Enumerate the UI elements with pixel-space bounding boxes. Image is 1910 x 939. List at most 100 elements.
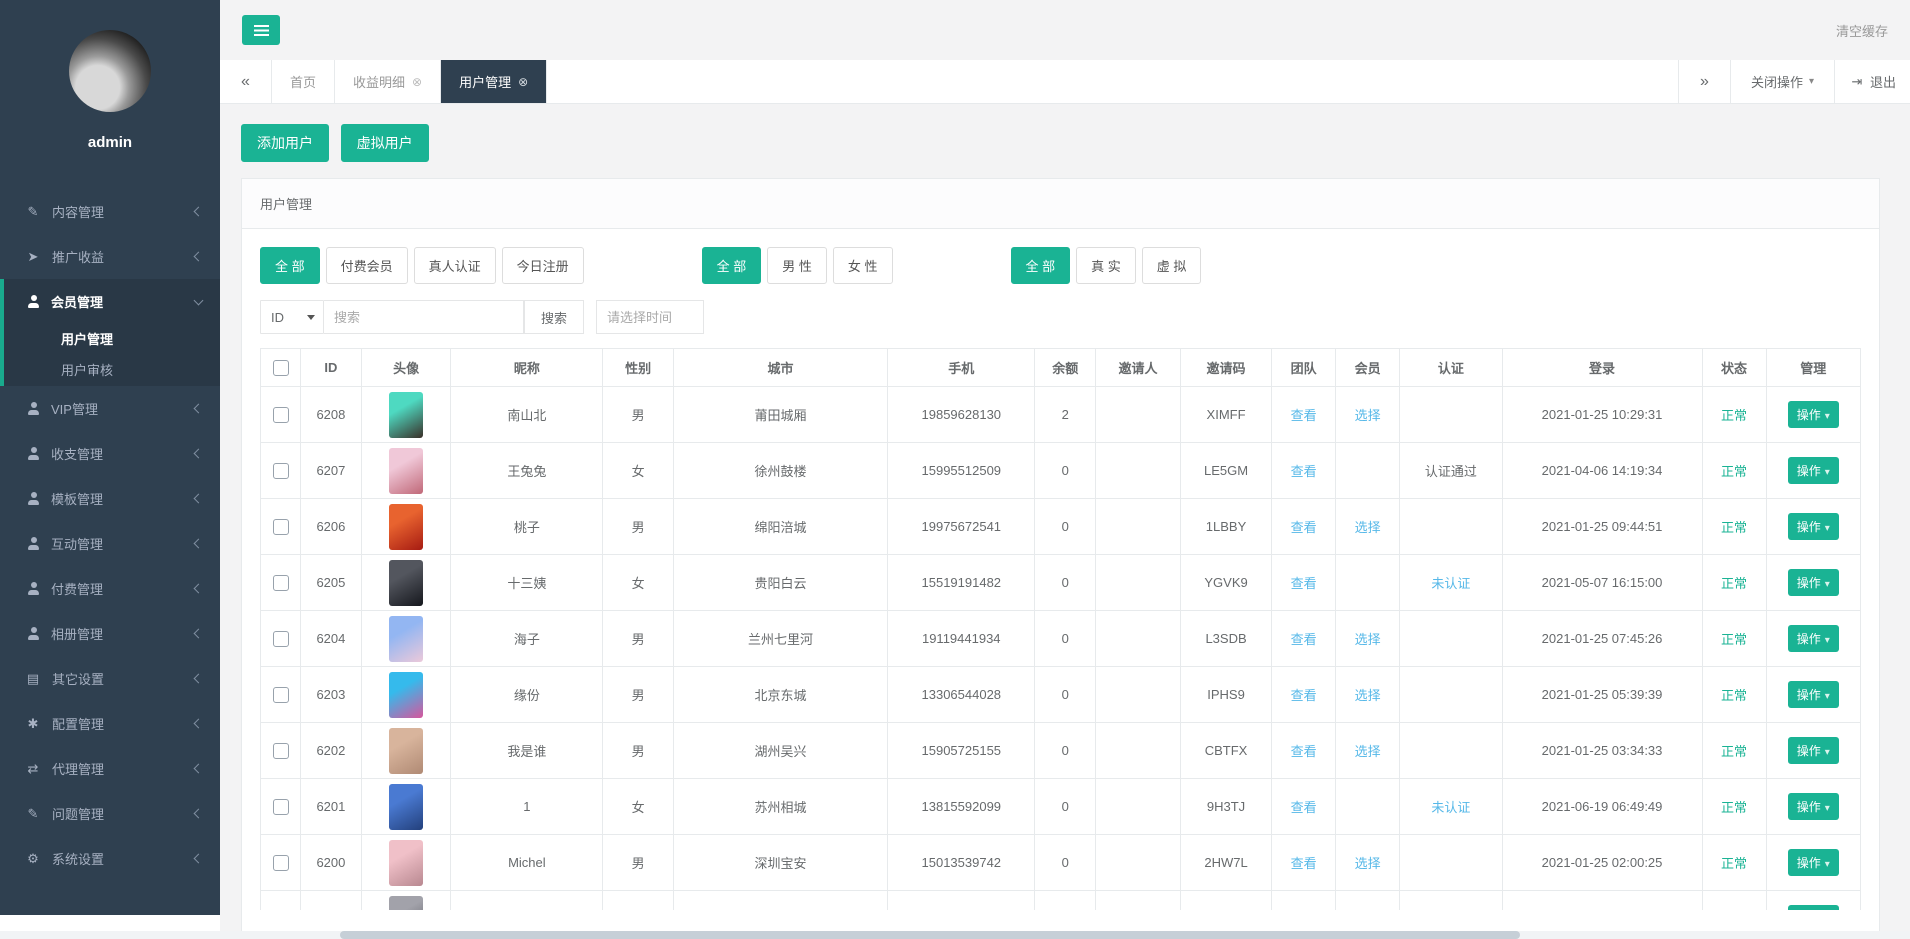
tabs-scroll-right-icon[interactable]: » [1678, 60, 1730, 103]
sidebar-item-member[interactable]: 会员管理 [4, 279, 220, 324]
sidebar-subitem[interactable]: 用户管理 [4, 324, 220, 355]
tab-home[interactable]: 首页 [272, 60, 335, 103]
row-checkbox[interactable] [273, 799, 289, 815]
sidebar-subitem[interactable]: 用户审核 [4, 355, 220, 386]
team-view-link[interactable]: 查看 [1291, 464, 1317, 479]
action-dropdown-button[interactable]: 操作▾ [1788, 457, 1839, 484]
search-button[interactable]: 搜索 [524, 300, 584, 334]
logout-button[interactable]: ⇥ 退出 [1834, 60, 1910, 103]
close-icon[interactable]: ⊗ [518, 75, 528, 89]
action-dropdown-button[interactable]: 操作▾ [1788, 737, 1839, 764]
user-avatar[interactable] [389, 896, 423, 911]
cell-status: 正常 [1702, 387, 1766, 443]
sidebar-item-finance[interactable]: 收支管理 [0, 431, 220, 476]
filter-button[interactable]: 真 实 [1076, 247, 1136, 284]
cell-city: 徐州鼓楼 [673, 443, 887, 499]
user-avatar[interactable] [389, 784, 423, 830]
sidebar-item-template[interactable]: 模板管理 [0, 476, 220, 521]
filter-button[interactable]: 全 部 [260, 247, 320, 284]
row-checkbox[interactable] [273, 687, 289, 703]
user-avatar[interactable] [389, 840, 423, 886]
team-view-link[interactable]: 查看 [1291, 632, 1317, 647]
user-avatar[interactable] [389, 560, 423, 606]
cert-status[interactable]: 未认证 [1431, 800, 1470, 815]
team-view-link[interactable]: 查看 [1291, 408, 1317, 423]
action-dropdown-button[interactable]: 操作▾ [1788, 513, 1839, 540]
filter-button[interactable]: 女 性 [833, 247, 893, 284]
row-checkbox[interactable] [273, 463, 289, 479]
user-avatar[interactable] [389, 392, 423, 438]
team-view-link[interactable]: 查看 [1291, 576, 1317, 591]
user-avatar[interactable] [389, 672, 423, 718]
row-checkbox-cell [261, 499, 301, 555]
team-view-link[interactable]: 查看 [1291, 856, 1317, 871]
user-avatar[interactable] [389, 616, 423, 662]
action-dropdown-button[interactable]: 操作▾ [1788, 793, 1839, 820]
row-checkbox[interactable] [273, 631, 289, 647]
row-checkbox[interactable] [273, 855, 289, 871]
add-user-button[interactable]: 添加用户 [241, 124, 329, 162]
cell-action: 操作▾ [1766, 499, 1860, 555]
team-view-link[interactable]: 查看 [1291, 800, 1317, 815]
search-field-select[interactable]: ID [260, 300, 324, 334]
action-dropdown-button[interactable]: 操作▾ [1788, 681, 1839, 708]
clear-cache-link[interactable]: 清空缓存 [1836, 21, 1888, 40]
cell-city: 绵阳涪城 [673, 499, 887, 555]
member-select-link[interactable]: 选择 [1355, 408, 1381, 423]
tab-current[interactable]: 用户管理⊗ [441, 60, 547, 103]
action-dropdown-button[interactable]: 操作▾ [1788, 569, 1839, 596]
close-icon[interactable]: ⊗ [412, 75, 422, 89]
filter-button[interactable]: 付费会员 [326, 247, 408, 284]
tabs-scroll-left-icon[interactable]: « [220, 60, 272, 103]
sidebar-item-agent[interactable]: ⇄代理管理 [0, 746, 220, 791]
team-view-link[interactable]: 查看 [1291, 520, 1317, 535]
sidebar-item-interact[interactable]: 互动管理 [0, 521, 220, 566]
row-checkbox[interactable] [273, 575, 289, 591]
member-select-link[interactable]: 选择 [1355, 744, 1381, 759]
filter-button[interactable]: 全 部 [1011, 247, 1071, 284]
avatar[interactable] [69, 30, 151, 112]
hamburger-button[interactable] [242, 15, 280, 45]
row-checkbox[interactable] [273, 407, 289, 423]
sidebar-item-album[interactable]: 相册管理 [0, 611, 220, 656]
action-dropdown-button[interactable]: 操作▾ [1788, 625, 1839, 652]
team-view-link[interactable]: 查看 [1291, 744, 1317, 759]
filter-button[interactable]: 全 部 [702, 247, 762, 284]
team-view-link[interactable]: 查看 [1291, 688, 1317, 703]
member-select-link[interactable]: 选择 [1355, 632, 1381, 647]
cert-status[interactable]: 未认证 [1431, 576, 1470, 591]
filter-button[interactable]: 男 性 [767, 247, 827, 284]
user-avatar[interactable] [389, 448, 423, 494]
filter-button[interactable]: 真人认证 [414, 247, 496, 284]
action-dropdown-button[interactable]: 操作▾ [1788, 849, 1839, 876]
member-select-link[interactable]: 选择 [1355, 688, 1381, 703]
tab-item[interactable]: 收益明细⊗ [335, 60, 441, 103]
chevron-left-icon [194, 674, 204, 684]
sidebar-item-vip[interactable]: VIP管理 [0, 386, 220, 431]
filter-button[interactable]: 虚 拟 [1142, 247, 1202, 284]
horizontal-scrollbar-thumb[interactable] [340, 931, 1520, 939]
close-operations-dropdown[interactable]: 关闭操作 ▾ [1730, 60, 1834, 103]
filter-button[interactable]: 今日注册 [502, 247, 584, 284]
sidebar-item-content[interactable]: ✎内容管理 [0, 189, 220, 234]
search-input[interactable] [324, 300, 524, 334]
user-avatar[interactable] [389, 728, 423, 774]
sidebar-item-other[interactable]: ▤其它设置 [0, 656, 220, 701]
action-dropdown-button[interactable]: 操作▾ [1788, 401, 1839, 428]
cell-phone: 13815592099 [888, 779, 1035, 835]
action-dropdown-button[interactable]: 操作▾ [1788, 905, 1839, 910]
member-select-link[interactable]: 选择 [1355, 856, 1381, 871]
cell-invite-code [1180, 891, 1271, 911]
row-checkbox[interactable] [273, 743, 289, 759]
date-picker-input[interactable] [596, 300, 704, 334]
sidebar-item-system[interactable]: ⚙系统设置 [0, 836, 220, 881]
row-checkbox[interactable] [273, 519, 289, 535]
sidebar-item-promo[interactable]: ➤推广收益 [0, 234, 220, 279]
sidebar-item-pay[interactable]: 付费管理 [0, 566, 220, 611]
virtual-user-button[interactable]: 虚拟用户 [341, 124, 429, 162]
member-select-link[interactable]: 选择 [1355, 520, 1381, 535]
select-all-checkbox[interactable] [273, 360, 289, 376]
user-avatar[interactable] [389, 504, 423, 550]
sidebar-item-config[interactable]: ✱配置管理 [0, 701, 220, 746]
sidebar-item-question[interactable]: ✎问题管理 [0, 791, 220, 836]
